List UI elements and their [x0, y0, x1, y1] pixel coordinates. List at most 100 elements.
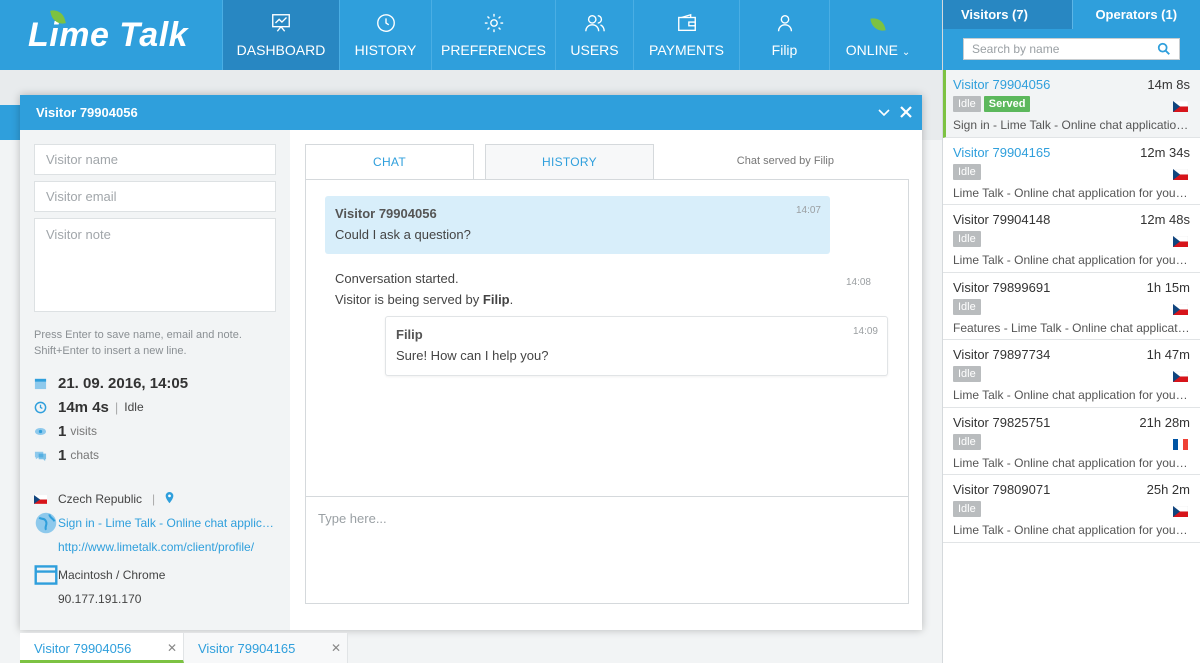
country-name: Czech Republic: [58, 492, 143, 506]
nav-users[interactable]: USERS: [555, 0, 633, 70]
current-page-link[interactable]: Sign in - Lime Talk - Online chat applic…: [58, 516, 274, 530]
system-line: Conversation started.: [335, 271, 459, 286]
visitor-page: Features - Lime Talk - Online chat appli…: [953, 320, 1191, 335]
nav-dashboard[interactable]: DASHBOARD: [222, 0, 339, 70]
nav-history-label: HISTORY: [354, 42, 417, 58]
status-badge: Served: [983, 96, 1031, 112]
visitor-page: Sign in - Lime Talk - Online chat applic…: [953, 118, 1191, 132]
visits-row: 1 visits: [34, 419, 290, 443]
visitor-status: Idle: [124, 400, 144, 414]
visits-count: 1: [58, 422, 67, 440]
operator-message: 14:09 Filip Sure! How can I help you?: [385, 316, 888, 376]
visits-label: visits: [70, 424, 98, 438]
visitor-note-field[interactable]: [34, 218, 276, 312]
visitor-email-field[interactable]: [34, 181, 276, 212]
conversation-panel: CHAT HISTORY Chat served by Filip 14:07 …: [305, 144, 909, 604]
chevron-down-icon: ⌄: [901, 47, 911, 58]
status-badge: Idle: [953, 96, 981, 112]
list-item[interactable]: Visitor 79897734 1h 47m Idle Lime Talk - On…: [943, 340, 1200, 408]
badge-group: Idle: [953, 433, 1190, 451]
close-icon[interactable]: [898, 104, 914, 120]
tab-history[interactable]: HISTORY: [485, 144, 654, 179]
badge-group: Idle: [953, 366, 1190, 383]
message-time: 14:09: [852, 326, 878, 337]
visitor-page: Lime Talk - Online chat application for …: [953, 253, 1191, 267]
nav-profile-label: Filip: [771, 42, 798, 58]
status-badge: Idle: [953, 366, 981, 382]
chats-row: 1 chats: [34, 443, 290, 467]
tab-chat[interactable]: CHAT: [305, 144, 474, 179]
visit-date-row: 21. 09. 2016, 14:05: [34, 371, 290, 395]
sidebar-tabs: Visitors (7) Operators (1): [943, 0, 1200, 29]
search-input[interactable]: [964, 39, 1154, 59]
url-row: http://www.limetalk.com/client/profile/: [34, 535, 290, 559]
list-item[interactable]: Visitor 79904056 14m 8s Idle Served Sign in …: [943, 70, 1200, 138]
close-icon[interactable]: ✕: [167, 641, 177, 655]
tab-visitors[interactable]: Visitors (7): [943, 0, 1072, 29]
chat-window-title: Visitor 79904056: [36, 105, 138, 120]
separator: |: [152, 492, 156, 506]
status-badge: Idle: [953, 231, 981, 247]
open-chat-tab-label: Visitor 79904165: [198, 641, 296, 656]
separator: |: [114, 399, 119, 415]
visit-date: 21. 09. 2016, 14:05: [58, 374, 189, 392]
message-time: 14:08: [845, 277, 871, 288]
visitor-time: 1h 15m: [1146, 279, 1190, 295]
visitor-name-field[interactable]: [34, 144, 276, 175]
list-item[interactable]: Visitor 79899691 1h 15m Idle Features - Lim…: [943, 273, 1200, 340]
visitor-time: 25h 2m: [1146, 482, 1190, 497]
system-message: 14:08 Conversation started. Visitor is b…: [335, 268, 880, 310]
clock-icon: [34, 401, 58, 414]
save-hint: Press Enter to save name, email and note…: [34, 327, 290, 359]
wallet-icon: [675, 12, 699, 34]
tab-operators[interactable]: Operators (1): [1071, 0, 1200, 29]
visitor-time: 12m 48s: [1140, 212, 1190, 227]
top-navigation: Lime Talk DASHBOARD HISTORY PREFERENCES …: [0, 0, 942, 70]
visitor-time: 1h 47m: [1146, 347, 1190, 362]
visitor-page: Lime Talk - Online chat application for …: [953, 185, 1191, 200]
chats-count: 1: [58, 446, 67, 464]
nav-profile[interactable]: Filip: [739, 0, 829, 70]
flag-cz-icon: [1173, 371, 1188, 382]
flag-cz-icon: [1173, 101, 1188, 112]
gear-icon: [482, 12, 506, 34]
list-item[interactable]: Visitor 79825751 21h 28m Idle Lime Talk - O…: [943, 408, 1200, 475]
nav-payments[interactable]: PAYMENTS: [633, 0, 739, 70]
nav-preferences[interactable]: PREFERENCES: [431, 0, 555, 70]
search-icon[interactable]: [1157, 42, 1171, 56]
system-text: .: [509, 292, 514, 307]
map-pin-icon[interactable]: [165, 491, 174, 507]
nav-dashboard-label: DASHBOARD: [236, 42, 326, 58]
close-icon[interactable]: ✕: [331, 641, 341, 655]
badge-group: Idle: [953, 231, 1190, 248]
chevron-down-icon[interactable]: [876, 104, 892, 120]
current-url-link[interactable]: http://www.limetalk.com/client/profile/: [58, 540, 254, 554]
duration-row: 14m 4s | Idle: [34, 395, 290, 419]
list-item[interactable]: Visitor 79904148 12m 48s Idle Lime Talk - O…: [943, 205, 1200, 273]
system-text: Visitor is being served by: [335, 292, 480, 307]
visitor-time: 12m 34s: [1140, 144, 1190, 160]
nav-online-status[interactable]: ONLINE ⌄: [829, 0, 926, 70]
visitor-time: 14m 8s: [1147, 77, 1190, 92]
open-chat-tabs: Visitor 79904056 ✕ Visitor 79904165 ✕: [20, 633, 348, 663]
page-row: Sign in - Lime Talk - Online chat applic…: [34, 511, 290, 535]
visitor-message: 14:07 Visitor 79904056 Could I ask a que…: [325, 196, 830, 254]
list-item[interactable]: Visitor 79809071 25h 2m Idle Lime Talk - On…: [943, 475, 1200, 543]
message-input[interactable]: [306, 497, 908, 603]
visitor-page: Lime Talk - Online chat application for …: [953, 523, 1191, 537]
open-chat-tab[interactable]: Visitor 79904056 ✕: [20, 633, 184, 663]
system-line: Visitor is being served by Filip.: [335, 289, 880, 310]
ip-address: 90.177.191.170: [58, 592, 142, 606]
list-item[interactable]: Visitor 79904165 12m 34s Idle Lime Talk - O…: [943, 138, 1200, 205]
flag-cz-icon: [34, 494, 58, 504]
open-chat-tab[interactable]: Visitor 79904165 ✕: [184, 633, 348, 663]
conversation-tabs: CHAT HISTORY Chat served by Filip: [305, 144, 909, 179]
ip-row: 90.177.191.170: [34, 587, 290, 611]
flag-cz-icon: [1173, 168, 1188, 180]
search-bar: [943, 29, 1200, 70]
user-icon: [773, 12, 797, 34]
chat-messages: 14:07 Visitor 79904056 Could I ask a que…: [305, 179, 909, 497]
nav-history[interactable]: HISTORY: [339, 0, 431, 70]
badge-group: Idle: [953, 501, 1190, 518]
app-logo[interactable]: Lime Talk: [0, 0, 222, 70]
